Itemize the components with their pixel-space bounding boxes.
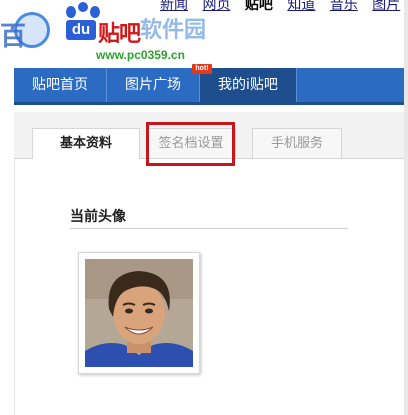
- section-title-current-avatar: 当前头像: [70, 209, 126, 225]
- watermark-text: 软件园: [140, 18, 207, 43]
- logo-area[interactable]: 百 du 贴吧 软件园 www.pc0359.cn: [0, 0, 260, 62]
- avatar-image: [85, 259, 193, 367]
- nav-item-tieba-home[interactable]: 贴吧首页: [14, 68, 107, 102]
- nav-item-image-square[interactable]: 图片广场: [107, 68, 200, 102]
- avatar[interactable]: [85, 259, 193, 367]
- hot-badge: hot!: [192, 64, 212, 74]
- avatar-frame: [78, 252, 200, 374]
- tab-mobile-service[interactable]: 手机服务: [252, 128, 342, 158]
- top-link-images[interactable]: 图片: [372, 0, 400, 14]
- highlight-annotation-box: [146, 122, 235, 166]
- top-link-music[interactable]: 音乐: [330, 0, 358, 14]
- tab-basic-info[interactable]: 基本资料: [32, 128, 140, 159]
- tieba-logo-text: 贴吧: [98, 22, 141, 47]
- scrollbar-edge[interactable]: [404, 0, 408, 415]
- top-link-zhidao[interactable]: 知道: [287, 0, 315, 14]
- watermark-url: www.pc0359.cn: [96, 48, 185, 62]
- nav-item-my-itieba[interactable]: 我的i贴吧: [200, 68, 297, 102]
- watermark-left-char: 百: [0, 22, 27, 52]
- section-divider: [70, 228, 348, 229]
- baidu-du-logo: du: [66, 20, 96, 40]
